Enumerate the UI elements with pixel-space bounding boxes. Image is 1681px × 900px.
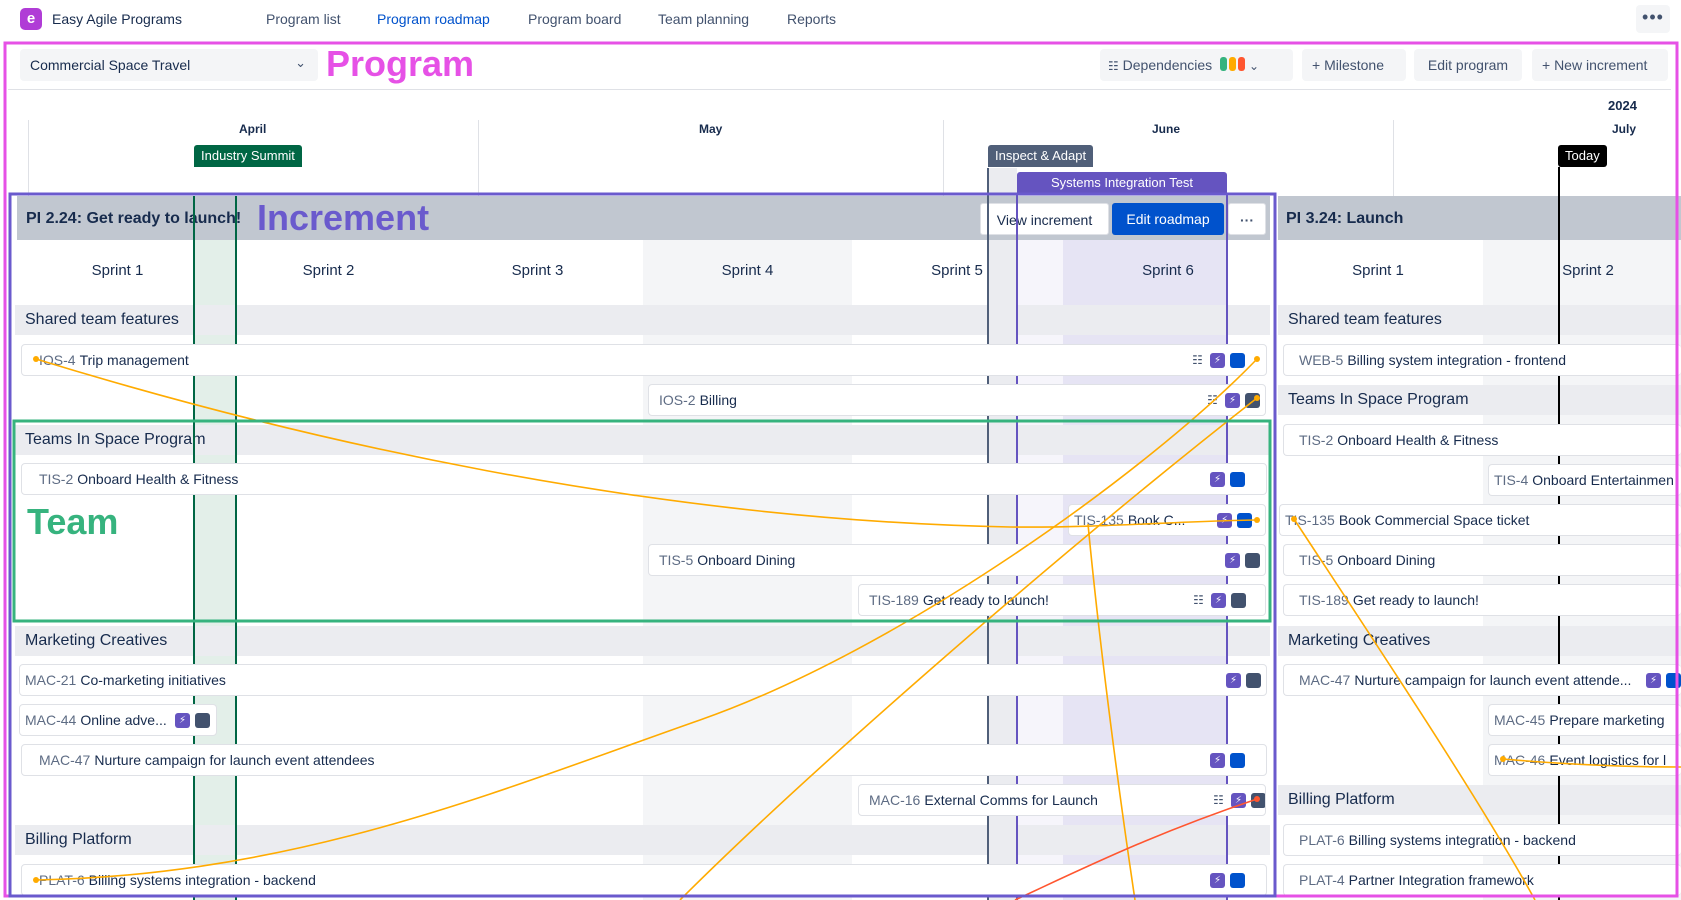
team-frame xyxy=(12,419,1272,623)
dependency-line xyxy=(1293,518,1536,900)
dependency-line xyxy=(1502,758,1681,768)
dependency-endpoint xyxy=(33,877,39,883)
dependency-line xyxy=(679,397,1258,900)
program-frame xyxy=(3,41,1679,898)
dependency-endpoint xyxy=(1254,517,1260,523)
dependency-endpoint xyxy=(1291,516,1297,522)
increment-frame xyxy=(8,192,1277,898)
dependency-line-conflict xyxy=(1014,798,1258,900)
dependency-overlay xyxy=(3,41,1681,900)
dependency-endpoint xyxy=(1254,356,1260,362)
dependency-endpoint xyxy=(1500,756,1506,762)
dependency-endpoint xyxy=(33,356,39,362)
dependency-endpoint-conflict xyxy=(1254,796,1260,802)
dependency-line xyxy=(35,358,1258,528)
dependency-endpoint xyxy=(1254,395,1260,401)
dependency-line xyxy=(1087,523,1136,900)
